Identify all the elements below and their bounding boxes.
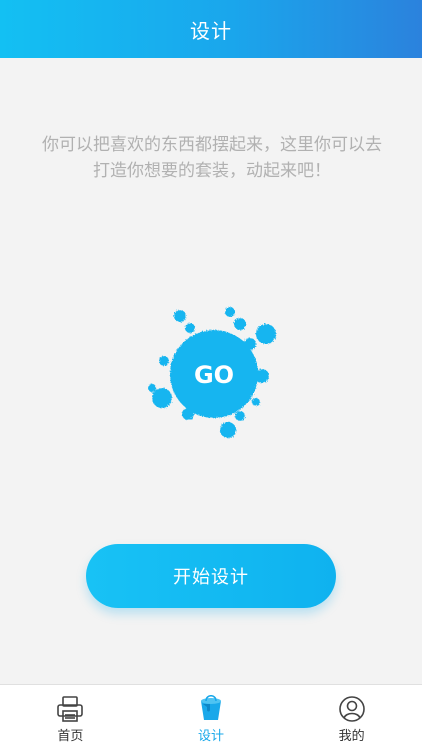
tab-design[interactable]: 设计 xyxy=(141,685,282,751)
tab-label: 我的 xyxy=(338,729,365,744)
home-printer-icon xyxy=(57,696,84,722)
top-header: 设计 xyxy=(0,0,422,58)
go-splat-graphic: GO xyxy=(148,307,276,438)
page-title: 设计 xyxy=(190,18,232,43)
tab-mine[interactable]: 我的 xyxy=(281,685,422,751)
tab-home[interactable]: 首页 xyxy=(0,685,141,751)
tab-label: 首页 xyxy=(57,729,84,744)
tab-label: 设计 xyxy=(198,729,225,744)
go-splat[interactable]: GO xyxy=(140,300,280,450)
intro-text: 你可以把喜欢的东西都摆起来，这里你可以去打造你想要的套装，动起来吧！ xyxy=(42,135,382,181)
bottom-tab-bar: 首页 设计 我的 xyxy=(0,684,422,751)
user-icon xyxy=(338,696,365,722)
go-label: GO xyxy=(194,361,234,389)
start-design-button[interactable]: 开始设计 xyxy=(86,544,336,608)
paint-bucket-icon xyxy=(201,695,221,720)
